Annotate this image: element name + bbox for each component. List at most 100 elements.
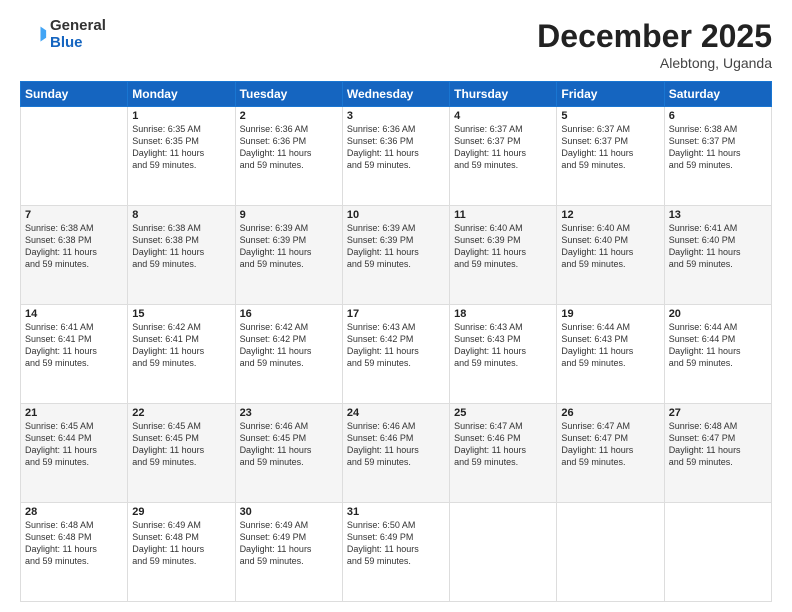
calendar-week-row: 7 Sunrise: 6:38 AMSunset: 6:38 PMDayligh… xyxy=(21,206,772,305)
table-row xyxy=(450,503,557,602)
day-number: 7 xyxy=(25,209,123,221)
day-info: Sunrise: 6:45 AMSunset: 6:44 PMDaylight:… xyxy=(25,420,123,469)
table-row: 26 Sunrise: 6:47 AMSunset: 6:47 PMDaylig… xyxy=(557,404,664,503)
month-title: December 2025 xyxy=(537,18,772,55)
day-number: 16 xyxy=(240,308,338,320)
title-area: December 2025 Alebtong, Uganda xyxy=(537,18,772,71)
header: General Blue December 2025 Alebtong, Uga… xyxy=(20,18,772,71)
table-row: 25 Sunrise: 6:47 AMSunset: 6:46 PMDaylig… xyxy=(450,404,557,503)
day-info: Sunrise: 6:39 AMSunset: 6:39 PMDaylight:… xyxy=(347,222,445,271)
day-number: 12 xyxy=(561,209,659,221)
table-row: 2 Sunrise: 6:36 AMSunset: 6:36 PMDayligh… xyxy=(235,107,342,206)
weekday-header-row: Sunday Monday Tuesday Wednesday Thursday… xyxy=(21,82,772,107)
table-row: 17 Sunrise: 6:43 AMSunset: 6:42 PMDaylig… xyxy=(342,305,449,404)
day-number: 9 xyxy=(240,209,338,221)
day-number: 24 xyxy=(347,407,445,419)
table-row: 22 Sunrise: 6:45 AMSunset: 6:45 PMDaylig… xyxy=(128,404,235,503)
header-friday: Friday xyxy=(557,82,664,107)
table-row: 23 Sunrise: 6:46 AMSunset: 6:45 PMDaylig… xyxy=(235,404,342,503)
day-number: 1 xyxy=(132,110,230,122)
day-number: 26 xyxy=(561,407,659,419)
day-info: Sunrise: 6:40 AMSunset: 6:39 PMDaylight:… xyxy=(454,222,552,271)
page: General Blue December 2025 Alebtong, Uga… xyxy=(0,0,792,612)
calendar-week-row: 21 Sunrise: 6:45 AMSunset: 6:44 PMDaylig… xyxy=(21,404,772,503)
day-info: Sunrise: 6:44 AMSunset: 6:44 PMDaylight:… xyxy=(669,321,767,370)
day-number: 6 xyxy=(669,110,767,122)
table-row: 11 Sunrise: 6:40 AMSunset: 6:39 PMDaylig… xyxy=(450,206,557,305)
day-info: Sunrise: 6:42 AMSunset: 6:41 PMDaylight:… xyxy=(132,321,230,370)
header-wednesday: Wednesday xyxy=(342,82,449,107)
day-info: Sunrise: 6:38 AMSunset: 6:38 PMDaylight:… xyxy=(25,222,123,271)
day-number: 25 xyxy=(454,407,552,419)
day-info: Sunrise: 6:46 AMSunset: 6:45 PMDaylight:… xyxy=(240,420,338,469)
day-info: Sunrise: 6:41 AMSunset: 6:41 PMDaylight:… xyxy=(25,321,123,370)
day-number: 13 xyxy=(669,209,767,221)
day-info: Sunrise: 6:38 AMSunset: 6:37 PMDaylight:… xyxy=(669,123,767,172)
table-row xyxy=(557,503,664,602)
calendar-week-row: 14 Sunrise: 6:41 AMSunset: 6:41 PMDaylig… xyxy=(21,305,772,404)
day-number: 22 xyxy=(132,407,230,419)
table-row: 27 Sunrise: 6:48 AMSunset: 6:47 PMDaylig… xyxy=(664,404,771,503)
day-info: Sunrise: 6:38 AMSunset: 6:38 PMDaylight:… xyxy=(132,222,230,271)
table-row: 14 Sunrise: 6:41 AMSunset: 6:41 PMDaylig… xyxy=(21,305,128,404)
day-number: 2 xyxy=(240,110,338,122)
day-number: 5 xyxy=(561,110,659,122)
day-number: 29 xyxy=(132,506,230,518)
table-row: 21 Sunrise: 6:45 AMSunset: 6:44 PMDaylig… xyxy=(21,404,128,503)
table-row: 3 Sunrise: 6:36 AMSunset: 6:36 PMDayligh… xyxy=(342,107,449,206)
table-row: 28 Sunrise: 6:48 AMSunset: 6:48 PMDaylig… xyxy=(21,503,128,602)
table-row: 31 Sunrise: 6:50 AMSunset: 6:49 PMDaylig… xyxy=(342,503,449,602)
table-row xyxy=(664,503,771,602)
day-number: 4 xyxy=(454,110,552,122)
table-row: 1 Sunrise: 6:35 AMSunset: 6:35 PMDayligh… xyxy=(128,107,235,206)
day-info: Sunrise: 6:48 AMSunset: 6:47 PMDaylight:… xyxy=(669,420,767,469)
day-info: Sunrise: 6:47 AMSunset: 6:46 PMDaylight:… xyxy=(454,420,552,469)
day-number: 28 xyxy=(25,506,123,518)
table-row: 18 Sunrise: 6:43 AMSunset: 6:43 PMDaylig… xyxy=(450,305,557,404)
table-row: 19 Sunrise: 6:44 AMSunset: 6:43 PMDaylig… xyxy=(557,305,664,404)
day-number: 19 xyxy=(561,308,659,320)
logo: General Blue xyxy=(20,18,106,51)
header-thursday: Thursday xyxy=(450,82,557,107)
day-info: Sunrise: 6:37 AMSunset: 6:37 PMDaylight:… xyxy=(561,123,659,172)
day-number: 15 xyxy=(132,308,230,320)
table-row: 15 Sunrise: 6:42 AMSunset: 6:41 PMDaylig… xyxy=(128,305,235,404)
table-row: 24 Sunrise: 6:46 AMSunset: 6:46 PMDaylig… xyxy=(342,404,449,503)
header-saturday: Saturday xyxy=(664,82,771,107)
day-info: Sunrise: 6:50 AMSunset: 6:49 PMDaylight:… xyxy=(347,519,445,568)
table-row: 30 Sunrise: 6:49 AMSunset: 6:49 PMDaylig… xyxy=(235,503,342,602)
calendar-table: Sunday Monday Tuesday Wednesday Thursday… xyxy=(20,81,772,602)
logo-general: General xyxy=(50,18,106,35)
day-number: 30 xyxy=(240,506,338,518)
table-row: 13 Sunrise: 6:41 AMSunset: 6:40 PMDaylig… xyxy=(664,206,771,305)
table-row: 8 Sunrise: 6:38 AMSunset: 6:38 PMDayligh… xyxy=(128,206,235,305)
day-number: 10 xyxy=(347,209,445,221)
location: Alebtong, Uganda xyxy=(537,55,772,71)
header-tuesday: Tuesday xyxy=(235,82,342,107)
day-info: Sunrise: 6:43 AMSunset: 6:43 PMDaylight:… xyxy=(454,321,552,370)
day-number: 17 xyxy=(347,308,445,320)
header-sunday: Sunday xyxy=(21,82,128,107)
day-info: Sunrise: 6:41 AMSunset: 6:40 PMDaylight:… xyxy=(669,222,767,271)
day-info: Sunrise: 6:35 AMSunset: 6:35 PMDaylight:… xyxy=(132,123,230,172)
day-number: 3 xyxy=(347,110,445,122)
logo-icon xyxy=(20,21,48,49)
day-info: Sunrise: 6:47 AMSunset: 6:47 PMDaylight:… xyxy=(561,420,659,469)
table-row: 9 Sunrise: 6:39 AMSunset: 6:39 PMDayligh… xyxy=(235,206,342,305)
table-row: 4 Sunrise: 6:37 AMSunset: 6:37 PMDayligh… xyxy=(450,107,557,206)
day-number: 21 xyxy=(25,407,123,419)
table-row: 12 Sunrise: 6:40 AMSunset: 6:40 PMDaylig… xyxy=(557,206,664,305)
calendar-week-row: 28 Sunrise: 6:48 AMSunset: 6:48 PMDaylig… xyxy=(21,503,772,602)
day-info: Sunrise: 6:36 AMSunset: 6:36 PMDaylight:… xyxy=(240,123,338,172)
table-row: 6 Sunrise: 6:38 AMSunset: 6:37 PMDayligh… xyxy=(664,107,771,206)
table-row: 7 Sunrise: 6:38 AMSunset: 6:38 PMDayligh… xyxy=(21,206,128,305)
table-row: 20 Sunrise: 6:44 AMSunset: 6:44 PMDaylig… xyxy=(664,305,771,404)
day-info: Sunrise: 6:36 AMSunset: 6:36 PMDaylight:… xyxy=(347,123,445,172)
day-number: 14 xyxy=(25,308,123,320)
day-number: 31 xyxy=(347,506,445,518)
day-info: Sunrise: 6:44 AMSunset: 6:43 PMDaylight:… xyxy=(561,321,659,370)
day-info: Sunrise: 6:49 AMSunset: 6:49 PMDaylight:… xyxy=(240,519,338,568)
table-row: 5 Sunrise: 6:37 AMSunset: 6:37 PMDayligh… xyxy=(557,107,664,206)
day-info: Sunrise: 6:45 AMSunset: 6:45 PMDaylight:… xyxy=(132,420,230,469)
day-info: Sunrise: 6:42 AMSunset: 6:42 PMDaylight:… xyxy=(240,321,338,370)
